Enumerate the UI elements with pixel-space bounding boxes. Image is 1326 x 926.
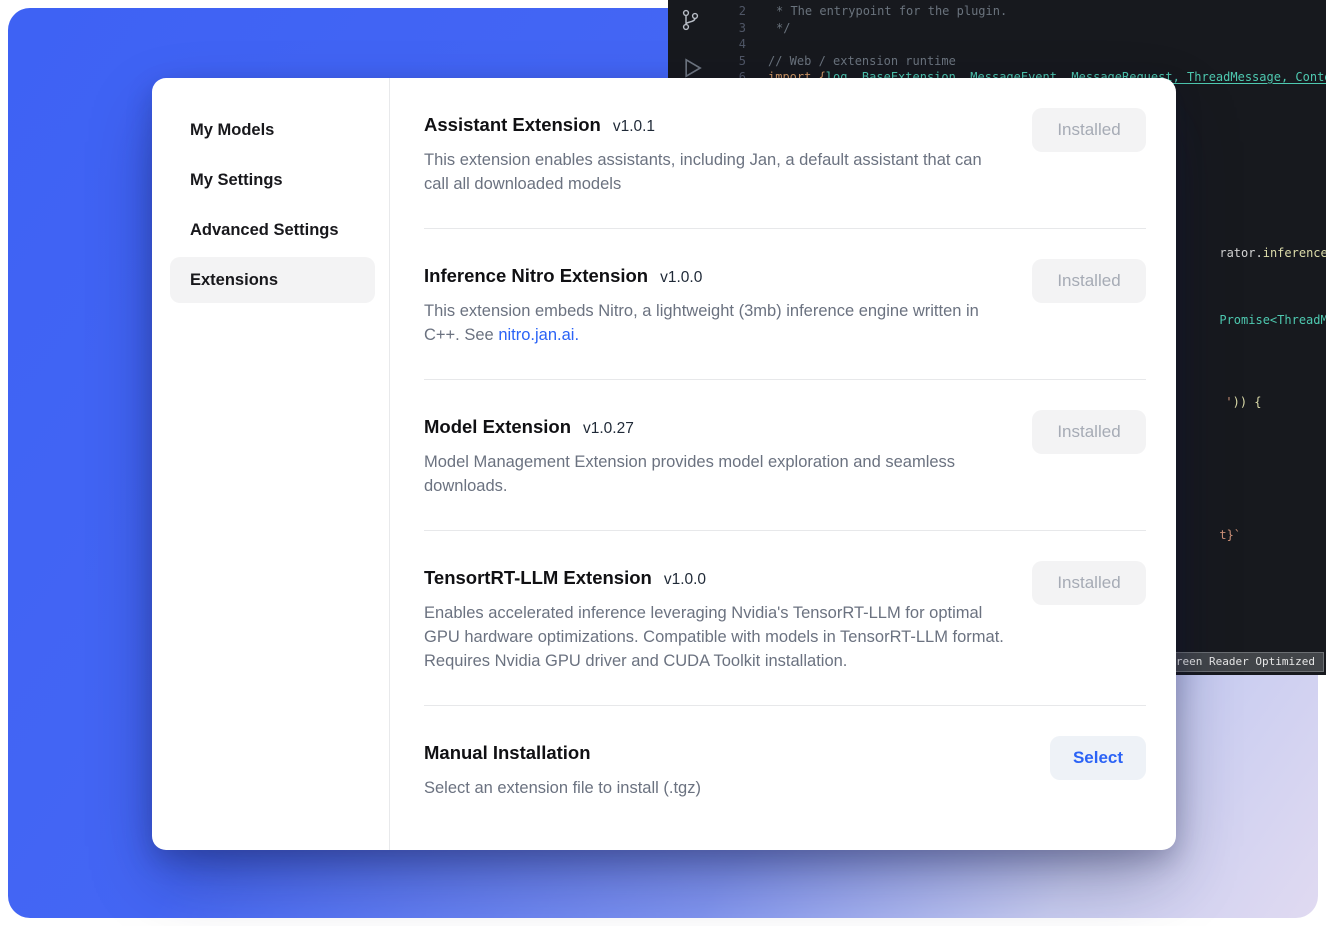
code-type: Promise<ThreadMessage>	[1219, 313, 1326, 327]
line-number: 5	[712, 53, 768, 70]
code-text: rator.	[1219, 246, 1262, 260]
code-text: )) {	[1233, 395, 1262, 409]
extension-description: This extension enables assistants, inclu…	[424, 148, 1004, 196]
divider	[424, 379, 1146, 380]
installed-button[interactable]: Installed	[1032, 561, 1146, 605]
extension-version: v1.0.0	[660, 269, 702, 287]
extension-info: Assistant Extension v1.0.1 This extensio…	[424, 112, 1004, 196]
sidebar-item-extensions[interactable]: Extensions	[170, 257, 375, 303]
sidebar-item-my-settings[interactable]: My Settings	[170, 157, 375, 203]
code-fragment: ')) {	[1182, 378, 1262, 426]
code-line: 5 // Web / extension runtime	[712, 53, 1326, 70]
divider	[424, 228, 1146, 229]
manual-installation-description: Select an extension file to install (.tg…	[424, 776, 701, 800]
extension-version: v1.0.27	[583, 420, 634, 438]
divider	[424, 705, 1146, 706]
code-comment: */	[768, 20, 790, 37]
desktop: 2 * The entrypoint for the plugin. 3 */ …	[0, 0, 1326, 926]
sidebar-item-advanced-settings[interactable]: Advanced Settings	[170, 207, 375, 253]
line-number: 4	[712, 36, 768, 53]
installed-button[interactable]: Installed	[1032, 410, 1146, 454]
extension-title: Inference Nitro Extension	[424, 263, 648, 289]
code-area: 2 * The entrypoint for the plugin. 3 */ …	[712, 3, 1326, 86]
extension-version: v1.0.1	[613, 118, 655, 136]
extension-title: Assistant Extension	[424, 112, 601, 138]
code-fragment: Promise<ThreadMessage>	[1176, 296, 1326, 344]
line-number: 3	[712, 20, 768, 37]
extension-row: Model Extension v1.0.27 Model Management…	[424, 414, 1146, 498]
code-method: inference	[1263, 246, 1326, 260]
code-comment: * The entrypoint for the plugin.	[768, 3, 1007, 20]
code-line: 4	[712, 36, 1326, 53]
settings-sidebar: My Models My Settings Advanced Settings …	[152, 78, 390, 850]
settings-modal: My Models My Settings Advanced Settings …	[152, 78, 1176, 850]
git-branch-icon[interactable]	[678, 8, 702, 35]
select-button[interactable]: Select	[1050, 736, 1146, 780]
extension-info: Manual Installation Select an extension …	[424, 740, 701, 800]
extension-info: TensortRT-LLM Extension v1.0.0 Enables a…	[424, 565, 1004, 673]
extension-row: TensortRT-LLM Extension v1.0.0 Enables a…	[424, 565, 1146, 673]
extension-title: Model Extension	[424, 414, 571, 440]
extension-header: Model Extension v1.0.27	[424, 414, 1004, 440]
nitro-jan-ai-link[interactable]: nitro.jan.ai.	[498, 326, 579, 344]
extension-description: This extension embeds Nitro, a lightweig…	[424, 299, 1004, 347]
extension-version: v1.0.0	[664, 571, 706, 589]
installed-button[interactable]: Installed	[1032, 108, 1146, 152]
extension-row: Assistant Extension v1.0.1 This extensio…	[424, 112, 1146, 196]
extension-info: Model Extension v1.0.27 Model Management…	[424, 414, 1004, 498]
extension-info: Inference Nitro Extension v1.0.0 This ex…	[424, 263, 1004, 347]
divider	[424, 530, 1146, 531]
code-fragment: t}`	[1176, 511, 1241, 559]
manual-installation-row: Manual Installation Select an extension …	[424, 740, 1146, 800]
extension-description: Model Management Extension provides mode…	[424, 450, 1004, 498]
code-line: 2 * The entrypoint for the plugin.	[712, 3, 1326, 20]
sidebar-item-my-models[interactable]: My Models	[170, 107, 375, 153]
code-comment: // Web / extension runtime	[768, 53, 956, 70]
code-string: t}`	[1219, 528, 1241, 542]
screen-reader-badge[interactable]: Screen Reader Optimized	[1154, 652, 1324, 672]
extension-row: Inference Nitro Extension v1.0.0 This ex…	[424, 263, 1146, 347]
code-fragment: rator.inference(data));	[1176, 229, 1326, 277]
installed-button[interactable]: Installed	[1032, 259, 1146, 303]
line-number: 2	[712, 3, 768, 20]
extension-header: TensortRT-LLM Extension v1.0.0	[424, 565, 1004, 591]
code-string: '	[1225, 395, 1232, 409]
extension-header: Assistant Extension v1.0.1	[424, 112, 1004, 138]
extension-description: Enables accelerated inference leveraging…	[424, 601, 1004, 673]
extension-header: Manual Installation	[424, 740, 701, 766]
code-line: 3 */	[712, 20, 1326, 37]
extensions-list: Assistant Extension v1.0.1 This extensio…	[390, 78, 1176, 850]
extension-header: Inference Nitro Extension v1.0.0	[424, 263, 1004, 289]
manual-installation-title: Manual Installation	[424, 740, 591, 766]
extension-title: TensortRT-LLM Extension	[424, 565, 652, 591]
